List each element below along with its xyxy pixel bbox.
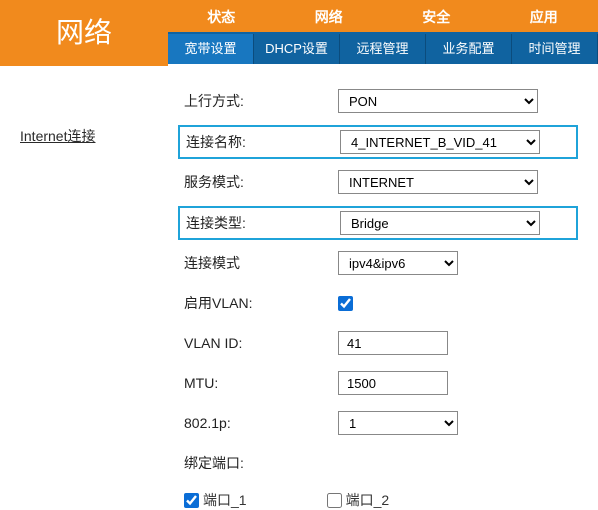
label-vlan-enable: 启用VLAN: bbox=[178, 293, 338, 313]
form-area: 上行方式: PON 连接名称: 4_INTERNET_B_VID_41 服务模式… bbox=[168, 64, 598, 510]
tab-apps[interactable]: 应用 bbox=[491, 0, 598, 32]
select-service[interactable]: INTERNET bbox=[338, 170, 538, 194]
select-connmode[interactable]: ipv4&ipv6 bbox=[338, 251, 458, 275]
select-connname[interactable]: 4_INTERNET_B_VID_41 bbox=[340, 130, 540, 154]
row-bindport: 绑定端口: bbox=[178, 450, 578, 476]
main: 状态 网络 安全 应用 宽带设置 DHCP设置 远程管理 业务配置 时间管理 上… bbox=[168, 0, 598, 500]
sidebar: 网络 Internet连接 bbox=[0, 0, 168, 500]
input-vlanid[interactable] bbox=[338, 331, 448, 355]
row-mtu: MTU: bbox=[178, 370, 578, 396]
row-ports: 端口_1 端口_2 bbox=[178, 490, 578, 510]
port-item-2[interactable]: 端口_2 bbox=[327, 490, 390, 510]
label-vlanid: VLAN ID: bbox=[178, 335, 338, 351]
tab-security[interactable]: 安全 bbox=[383, 0, 491, 32]
select-uplink[interactable]: PON bbox=[338, 89, 538, 113]
top-tabs: 状态 网络 安全 应用 bbox=[168, 0, 598, 34]
subtab-broadband[interactable]: 宽带设置 bbox=[168, 34, 254, 64]
label-bindport: 绑定端口: bbox=[178, 453, 338, 473]
sidebar-item-internet[interactable]: Internet连接 bbox=[20, 126, 168, 146]
sidebar-title: 网络 bbox=[0, 0, 168, 66]
subtab-business[interactable]: 业务配置 bbox=[426, 34, 512, 64]
row-connmode: 连接模式 ipv4&ipv6 bbox=[178, 250, 578, 276]
row-service: 服务模式: INTERNET bbox=[178, 169, 578, 195]
label-connmode: 连接模式 bbox=[178, 253, 338, 273]
label-port-1: 端口_1 bbox=[203, 490, 247, 510]
label-connname: 连接名称: bbox=[180, 132, 340, 152]
input-mtu[interactable] bbox=[338, 371, 448, 395]
subtab-time[interactable]: 时间管理 bbox=[512, 34, 598, 64]
checkbox-vlan-enable[interactable] bbox=[338, 296, 353, 311]
sidebar-nav: Internet连接 bbox=[0, 66, 168, 146]
select-8021p[interactable]: 1 bbox=[338, 411, 458, 435]
app-root: 网络 Internet连接 状态 网络 安全 应用 宽带设置 DHCP设置 远程… bbox=[0, 0, 598, 500]
label-service: 服务模式: bbox=[178, 172, 338, 192]
row-8021p: 802.1p: 1 bbox=[178, 410, 578, 436]
checkbox-port-1[interactable] bbox=[184, 493, 199, 508]
subtab-dhcp[interactable]: DHCP设置 bbox=[254, 34, 340, 64]
label-conntype: 连接类型: bbox=[180, 213, 340, 233]
row-connname: 连接名称: 4_INTERNET_B_VID_41 bbox=[178, 125, 578, 159]
row-vlan-enable: 启用VLAN: bbox=[178, 290, 578, 316]
tab-network[interactable]: 网络 bbox=[276, 0, 384, 32]
sub-tabs: 宽带设置 DHCP设置 远程管理 业务配置 时间管理 bbox=[168, 34, 598, 64]
label-port-2: 端口_2 bbox=[346, 490, 390, 510]
label-8021p: 802.1p: bbox=[178, 415, 338, 431]
checkbox-port-2[interactable] bbox=[327, 493, 342, 508]
port-item-1[interactable]: 端口_1 bbox=[184, 490, 247, 510]
row-vlanid: VLAN ID: bbox=[178, 330, 578, 356]
subtab-remote[interactable]: 远程管理 bbox=[340, 34, 426, 64]
tab-status[interactable]: 状态 bbox=[168, 0, 276, 32]
label-uplink: 上行方式: bbox=[178, 91, 338, 111]
row-conntype: 连接类型: Bridge bbox=[178, 206, 578, 240]
row-uplink: 上行方式: PON bbox=[178, 88, 578, 114]
select-conntype[interactable]: Bridge bbox=[340, 211, 540, 235]
label-mtu: MTU: bbox=[178, 375, 338, 391]
